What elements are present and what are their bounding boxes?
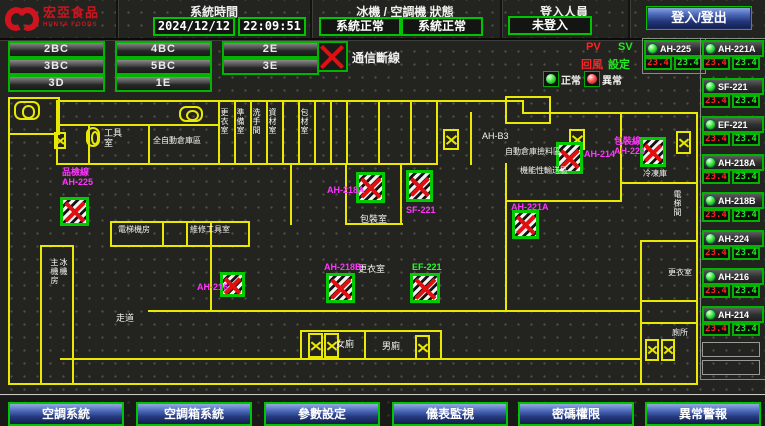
footer-button-5[interactable]: 密碼權限 <box>518 402 634 426</box>
footer-button-4[interactable]: 儀表監視 <box>392 402 508 426</box>
footer-button-3[interactable]: 參數設定 <box>264 402 380 426</box>
hmi-screen: 宏亞食品 HUNYA FOODS 系統時間 2024/12/12 22:09:5… <box>0 0 765 426</box>
footer-buttons: 空調系統空調箱系統參數設定儀表監視密碼權限異常警報 <box>0 0 765 426</box>
footer-button-6[interactable]: 異常警報 <box>645 402 761 426</box>
footer-button-2[interactable]: 空調箱系統 <box>136 402 252 426</box>
footer-button-1[interactable]: 空調系統 <box>8 402 124 426</box>
